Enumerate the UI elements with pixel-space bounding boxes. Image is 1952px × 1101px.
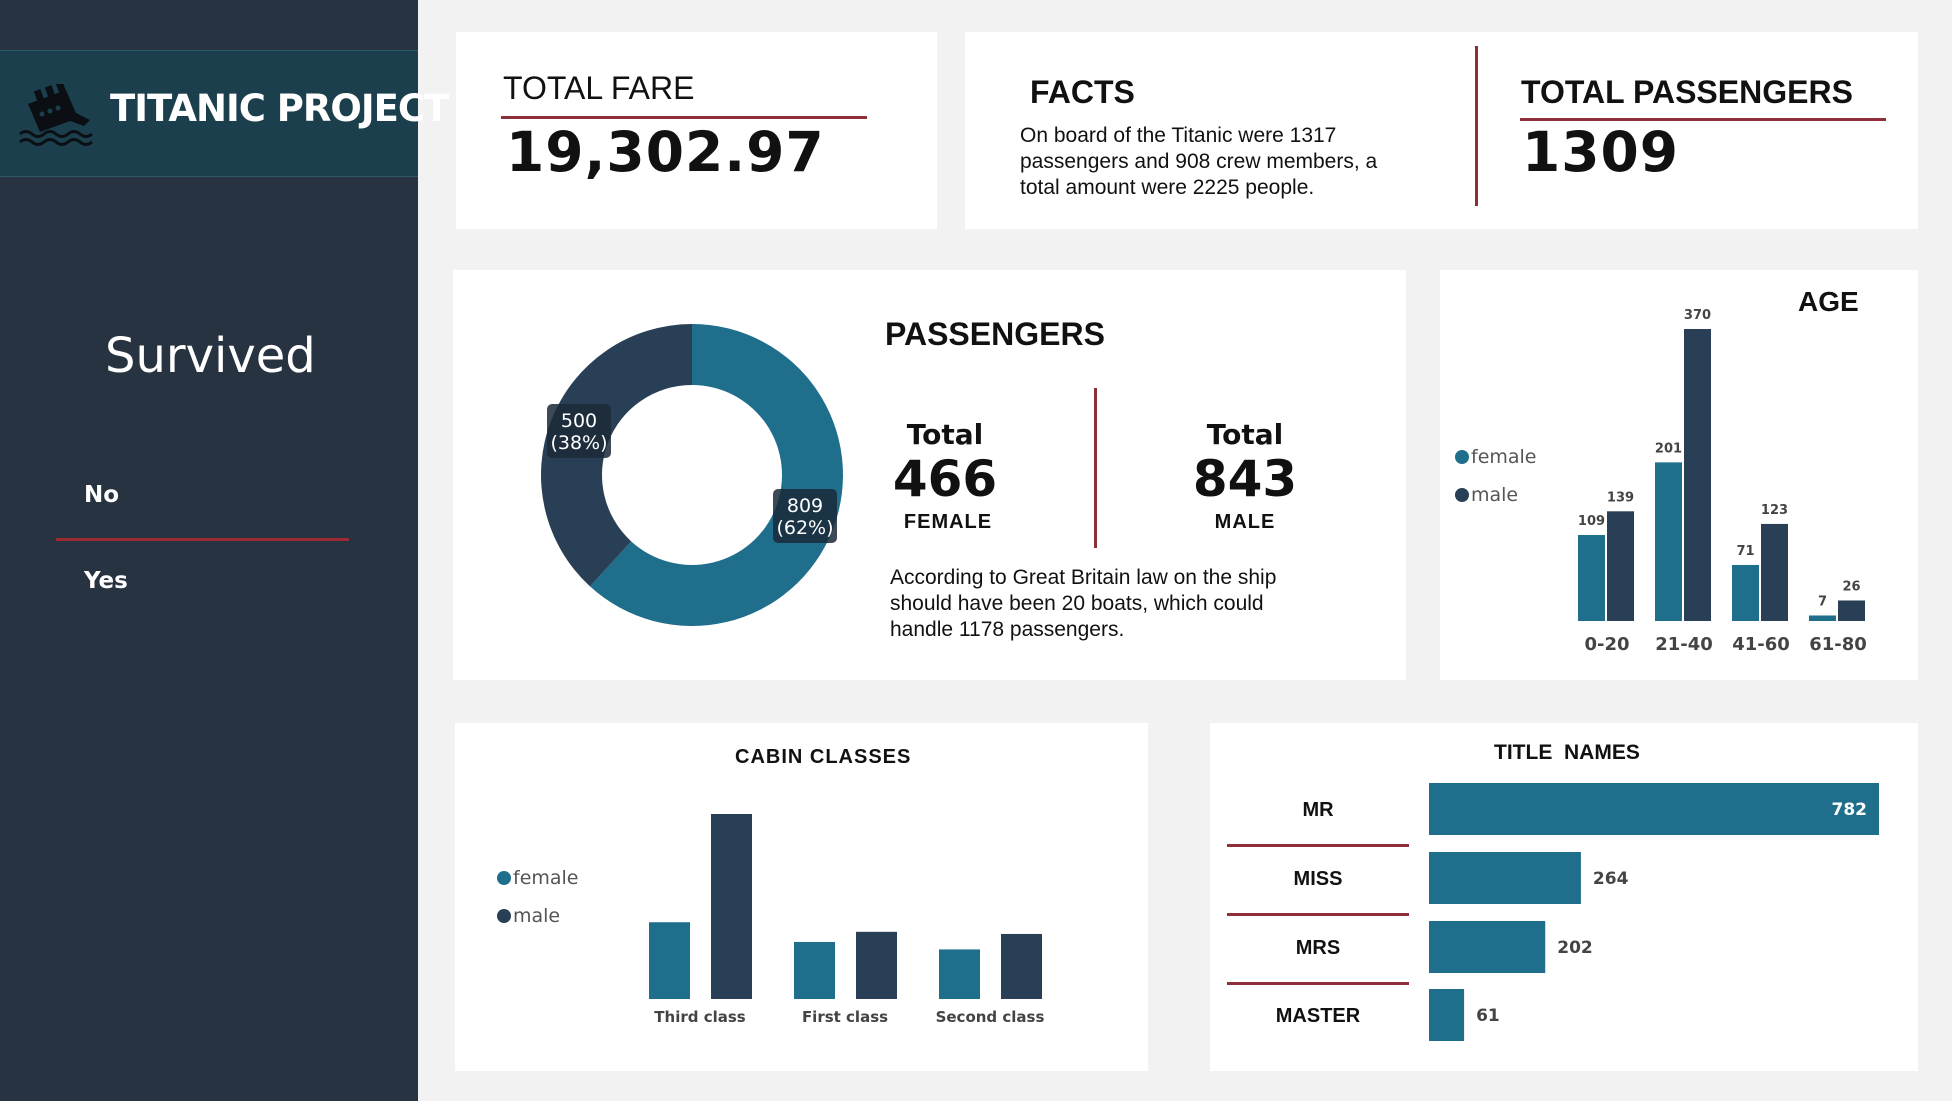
x-tick-label: 61-80	[1809, 634, 1867, 655]
y-category-label: MR	[1302, 799, 1334, 821]
cabin-bar-chart: Third class First class Second class	[649, 814, 1045, 1026]
bar-value-label: 7	[1818, 594, 1827, 609]
facts-card: FACTS On board of the Titanic were 1317 …	[965, 32, 1918, 229]
bar-male[interactable]	[856, 931, 897, 999]
bar-value-label: 139	[1607, 490, 1634, 505]
slicer-option-yes[interactable]: Yes	[84, 568, 128, 594]
bar-male[interactable]	[711, 814, 752, 999]
y-category-label: MASTER	[1276, 1005, 1361, 1027]
bar-female[interactable]	[794, 941, 835, 999]
bar-female[interactable]	[1732, 564, 1759, 621]
facts-text: On board of the Titanic were 1317 passen…	[1020, 124, 1378, 199]
svg-text:500: 500	[561, 410, 597, 432]
total-fare-value: 19,302.97	[506, 120, 825, 184]
age-bar-chart: 109139 0-20 201 370 21-40 71 123 41-60 7 26 61-80	[1578, 308, 1867, 655]
male-total-label: Total	[1206, 418, 1284, 451]
category-divider	[1227, 913, 1409, 916]
x-tick-label: 0-20	[1584, 634, 1629, 655]
total-passengers-label: TOTAL PASSENGERS	[1521, 74, 1853, 110]
bar-value-label: 61	[1476, 1006, 1500, 1026]
passengers-donut-chart: 500(38%) 809(62%)	[541, 324, 843, 626]
facts-divider	[1475, 46, 1478, 206]
x-tick-label: Second class	[936, 1008, 1045, 1026]
total-fare-card: TOTAL FARE 19,302.97	[456, 32, 937, 229]
bar-title-names[interactable]	[1429, 989, 1465, 1041]
x-tick-label: First class	[802, 1008, 888, 1026]
slicer-divider	[56, 538, 349, 541]
sidebar: TITANIC PROJECT Survived No Yes	[0, 0, 449, 1101]
total-passengers-value: 1309	[1522, 120, 1680, 184]
bar-female[interactable]	[649, 922, 690, 999]
bar-value-label: 782	[1832, 800, 1868, 820]
title-names-bar-chart: 782 MR 264 MISS 202 MRS 61 MASTER	[1227, 783, 1879, 1041]
x-tick-label: 21-40	[1655, 634, 1713, 655]
total-fare-rule	[501, 116, 867, 119]
passengers-divider	[1094, 388, 1097, 548]
bar-value-label: 26	[1842, 579, 1860, 594]
svg-text:(62%): (62%)	[776, 517, 833, 539]
category-divider	[1227, 982, 1409, 985]
slicer-option-no[interactable]: No	[84, 482, 119, 508]
bar-female[interactable]	[939, 949, 980, 999]
passengers-card: 500 (38%) 809 (62%) PASSENGERS Total 466 FE…	[453, 270, 1406, 680]
female-total-value: 466	[892, 450, 998, 508]
bar-male[interactable]	[1001, 933, 1042, 999]
bar-female[interactable]	[1809, 615, 1836, 621]
bar-male[interactable]	[1607, 511, 1634, 621]
sinking-ship-icon	[19, 84, 93, 146]
female-total-label: Total	[906, 418, 984, 451]
bar-value-label: 370	[1684, 308, 1711, 323]
bar-female[interactable]	[1655, 462, 1682, 621]
age-card: AGE female male 109 139 0-20 201 370 21-40 71 1…	[1440, 270, 1918, 680]
category-divider	[1227, 844, 1409, 847]
female-label: FEMALE	[903, 511, 993, 533]
passengers-title: PASSENGERS	[885, 316, 1105, 352]
slicer-title: Survived	[105, 328, 316, 384]
bar-male[interactable]	[1684, 329, 1711, 621]
boats-note: According to Great Britain law on the sh…	[890, 566, 1277, 641]
y-category-label: MISS	[1294, 868, 1343, 890]
bar-title-names[interactable]	[1429, 852, 1581, 904]
bar-value-label: 264	[1593, 869, 1629, 889]
bar-female[interactable]	[1578, 534, 1605, 621]
title-names-card: TITLE NAMES 782 MR 264 MISS 202 MRS 61 MASTER	[1210, 723, 1918, 1071]
male-total-value: 843	[1192, 450, 1298, 508]
sidebar-top-strip	[0, 0, 418, 50]
bar-title-names[interactable]	[1429, 783, 1879, 835]
x-tick-label: 41-60	[1732, 634, 1790, 655]
male-label: MALE	[1214, 511, 1276, 533]
bar-value-label: 201	[1655, 441, 1682, 456]
svg-text:(38%): (38%)	[550, 432, 607, 454]
bar-value-label: 109	[1578, 514, 1605, 529]
donut-data-label: 500(38%)	[547, 404, 611, 458]
cabin-classes-card: CABIN CLASSES female male Third class Fir…	[455, 723, 1148, 1071]
bar-title-names[interactable]	[1429, 921, 1546, 973]
bar-value-label: 202	[1557, 938, 1593, 958]
facts-title: FACTS	[1030, 74, 1135, 110]
svg-text:809: 809	[787, 495, 823, 517]
bar-male[interactable]	[1838, 600, 1865, 621]
logo-band: TITANIC PROJECT	[0, 50, 449, 177]
y-category-label: MRS	[1296, 937, 1340, 959]
bar-value-label: 71	[1736, 544, 1754, 559]
total-fare-label: TOTAL FARE	[503, 70, 695, 106]
x-tick-label: Third class	[654, 1008, 745, 1026]
bar-male[interactable]	[1761, 523, 1788, 621]
bar-value-label: 123	[1761, 503, 1788, 518]
app-title: TITANIC PROJECT	[110, 87, 449, 130]
donut-data-label: 809(62%)	[773, 489, 837, 543]
